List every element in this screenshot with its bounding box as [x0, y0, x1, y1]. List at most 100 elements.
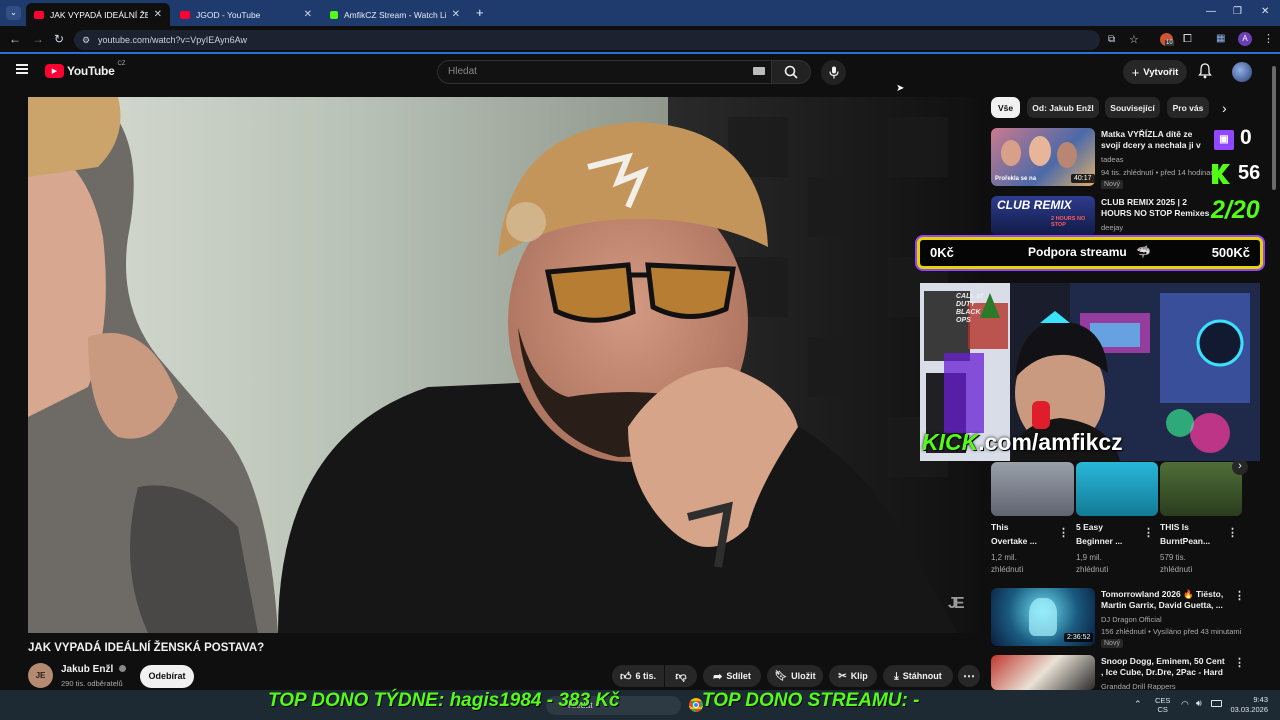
- browser-menu-icon[interactable]: ⋮: [1263, 32, 1274, 45]
- more-actions-button[interactable]: ⋯: [958, 665, 980, 687]
- kick-channel-url: KICK.com/amfikcz: [922, 429, 1123, 456]
- reload-icon[interactable]: ↻: [54, 32, 64, 46]
- volume-icon[interactable]: 🔊︎: [1196, 698, 1202, 709]
- chip-related[interactable]: Související: [1105, 97, 1160, 118]
- browser-tab-kick-stream[interactable]: AmfikCZ Stream - Watch Live o ✕: [322, 3, 468, 26]
- close-window-icon[interactable]: ✕: [1261, 6, 1269, 17]
- channel-name[interactable]: tadeas: [1101, 155, 1124, 165]
- browser-tab-jgod[interactable]: JGOD - YouTube ✕: [172, 3, 320, 26]
- channel-name[interactable]: Jakub Enžl: [61, 664, 127, 675]
- channel-name[interactable]: deejay: [1101, 223, 1123, 233]
- video-title[interactable]: CLUB REMIX 2025 | 2 HOURS NO STOP Remixe…: [1101, 197, 1213, 219]
- chip-from-channel[interactable]: Od: Jakub Enžl: [1027, 97, 1099, 118]
- chrome-taskbar-icon[interactable]: [689, 698, 703, 712]
- youtube-favicon-icon: [34, 10, 44, 19]
- short-title-line: BurntPean...: [1160, 536, 1211, 546]
- input-language-indicator[interactable]: CES CS: [1155, 696, 1170, 714]
- video-thumbnail[interactable]: [991, 655, 1095, 690]
- voice-search-button[interactable]: [821, 60, 846, 85]
- battery-icon[interactable]: [1211, 700, 1222, 707]
- back-arrow-icon[interactable]: ←: [9, 32, 21, 46]
- chip-all[interactable]: Vše: [991, 97, 1020, 118]
- channel-name[interactable]: DJ Dragon Official: [1101, 615, 1162, 625]
- screen: { "browser": { "tabs": [ {"title": "JAK …: [0, 0, 1280, 720]
- kick-viewer-count: 56: [1238, 162, 1261, 184]
- kick-url-text: .com/amfikcz: [978, 429, 1123, 455]
- short-title-line: THIS Is: [1160, 522, 1189, 532]
- video-player[interactable]: JE: [28, 97, 980, 633]
- wifi-icon[interactable]: ◠: [1181, 699, 1189, 710]
- chips-next-arrow-icon[interactable]: ›: [1222, 100, 1227, 116]
- video-title[interactable]: Tomorrowland 2026 🔥 Tiësto, Martin Garri…: [1101, 589, 1229, 611]
- address-bar[interactable]: ⚙ youtube.com/watch?v=VpyIEAyn6Aw: [74, 30, 1100, 50]
- extensions-puzzle-icon[interactable]: ⧠: [1183, 33, 1192, 46]
- sidebar-scrollbar[interactable]: [1272, 66, 1276, 190]
- close-tab-icon[interactable]: ✕: [452, 9, 460, 20]
- download-button[interactable]: ⤓ Stáhnout: [883, 665, 953, 687]
- dislike-button[interactable]: 👎︎: [665, 665, 697, 687]
- search-input[interactable]: Hledat: [437, 60, 772, 84]
- video-title[interactable]: Matka VYŘÍZLA dítě ze svojí dcery a nech…: [1101, 129, 1213, 151]
- shorts-thumbnail[interactable]: [991, 462, 1074, 516]
- short-title[interactable]: 5 Easy Beginner ...: [1076, 522, 1142, 547]
- youtube-play-logo-icon: ▶: [45, 64, 64, 78]
- profile-avatar[interactable]: A: [1238, 32, 1252, 46]
- twitch-viewer-count: 0: [1240, 126, 1252, 149]
- bookmark-star-icon[interactable]: ☆: [1129, 33, 1139, 46]
- youtube-wordmark: YouTube: [67, 64, 115, 78]
- shorts-thumbnail[interactable]: [1160, 462, 1242, 516]
- video-thumbnail[interactable]: CLUB REMIX 2 HOURS NO STOP: [991, 196, 1095, 236]
- language-code: CES: [1155, 696, 1171, 705]
- new-tab-button[interactable]: +: [476, 5, 484, 20]
- clip-button[interactable]: ✂ Klip: [829, 665, 877, 687]
- scissors-icon: ✂: [838, 670, 847, 682]
- bookmark-icon: 🔖︎: [774, 670, 788, 682]
- close-tab-icon[interactable]: ✕: [154, 9, 162, 20]
- donation-bar-label: Podpora streamu 🦈: [1028, 245, 1151, 259]
- video-duration: 40:17: [1071, 174, 1095, 183]
- youtube-logo[interactable]: ▶ YouTube CZ: [45, 61, 126, 78]
- channel-avatar[interactable]: JE: [28, 663, 53, 688]
- subscribe-button[interactable]: Odebírat: [140, 665, 194, 688]
- donation-bar-label-text: Podpora streamu: [1028, 245, 1127, 259]
- video-meta: 94 tis. zhlédnutí • před 14 hodinami: [1101, 168, 1213, 177]
- more-options-icon[interactable]: ⋮: [1058, 526, 1069, 539]
- more-options-icon[interactable]: ⋮: [1234, 656, 1245, 669]
- chip-for-you[interactable]: Pro vás: [1167, 97, 1209, 118]
- hamburger-menu-icon[interactable]: [16, 64, 28, 74]
- shorts-thumbnail[interactable]: [1076, 462, 1158, 516]
- taskbar-clock[interactable]: 9:43 03.03.2026: [1228, 695, 1268, 715]
- video-title[interactable]: Snoop Dogg, Eminem, 50 Cent , Ice Cube, …: [1101, 656, 1229, 678]
- show-hidden-icons-icon[interactable]: ⌃: [1134, 699, 1142, 710]
- share-button[interactable]: ➦ Sdílet: [703, 665, 761, 687]
- account-avatar[interactable]: [1232, 62, 1252, 82]
- maximize-window-icon[interactable]: ❐: [1233, 6, 1242, 17]
- search-button[interactable]: [771, 60, 811, 84]
- short-title[interactable]: This Overtake ...: [991, 522, 1057, 547]
- new-badge: Nový: [1101, 639, 1123, 648]
- more-options-icon[interactable]: ⋮: [1227, 526, 1238, 539]
- url-text: youtube.com/watch?v=VpyIEAyn6Aw: [98, 35, 248, 45]
- create-button[interactable]: + Vytvořit: [1123, 60, 1187, 84]
- more-options-icon[interactable]: ⋮: [1143, 526, 1154, 539]
- tab-groups-icon[interactable]: ▦: [1216, 33, 1225, 44]
- forward-arrow-icon[interactable]: →: [32, 32, 44, 46]
- save-button[interactable]: 🔖︎ Uložit: [767, 665, 823, 687]
- keyboard-icon[interactable]: [753, 67, 765, 75]
- tab-search-button[interactable]: ⌄: [6, 6, 21, 20]
- tab-title: JGOD - YouTube: [196, 9, 261, 20]
- close-tab-icon[interactable]: ✕: [304, 9, 312, 20]
- channel-watermark[interactable]: JE: [948, 595, 964, 613]
- shorts-next-arrow-icon[interactable]: ›: [1232, 459, 1248, 475]
- country-code: CZ: [117, 61, 126, 67]
- minimize-window-icon[interactable]: —: [1206, 6, 1216, 17]
- more-options-icon[interactable]: ⋮: [1234, 589, 1245, 602]
- channel-name-text: Jakub Enžl: [61, 664, 114, 675]
- short-title[interactable]: THIS Is BurntPean...: [1160, 522, 1226, 547]
- install-app-icon[interactable]: ⧉: [1108, 34, 1115, 45]
- like-button[interactable]: 👍︎ 6 tis.: [612, 665, 664, 687]
- browser-tab-youtube-video[interactable]: JAK VYPADÁ IDEÁLNÍ ŽENSKÁ ✕: [26, 3, 170, 26]
- site-info-icon[interactable]: ⚙: [82, 30, 90, 50]
- extension-icon[interactable]: 10: [1160, 33, 1174, 46]
- notifications-bell-icon[interactable]: [1198, 63, 1212, 84]
